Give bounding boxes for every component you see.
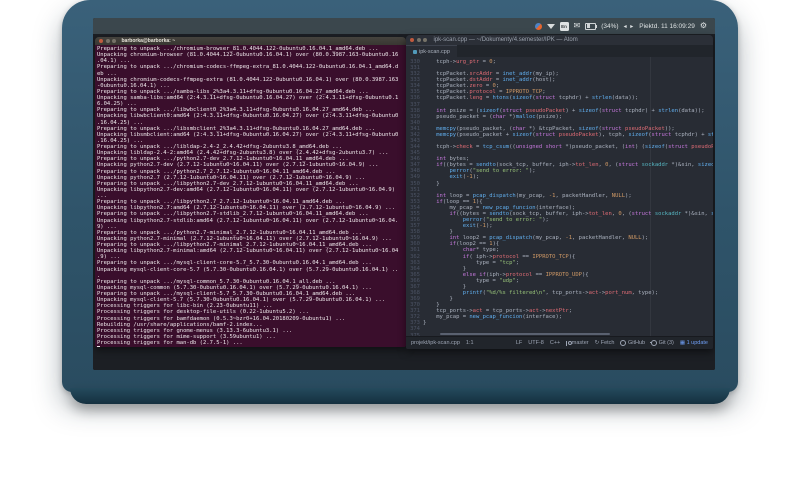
file-path[interactable]: projekt/ipk-scan.cpp — [411, 340, 460, 346]
code-text: tcph->check = tcp_csum((unsigned short *… — [423, 144, 713, 151]
code-text: tcpPacket.leng = htons(sizeof(struct tcp… — [423, 95, 639, 102]
grammar-indicator[interactable]: C++ — [550, 340, 560, 346]
terminal-line: Unpacking chromium-codecs-ffmpeg-extra (… — [97, 76, 399, 83]
line-number: 375 — [410, 332, 420, 336]
terminal-line: Unpacking python2.7-dev (2.7.12-1ubuntu0… — [97, 162, 379, 169]
terminal-line: Preparing to unpack .../mysql-client-cor… — [97, 260, 372, 267]
close-icon[interactable] — [99, 39, 103, 43]
terminal-line: Unpacking chromium-browser (81.0.4044.12… — [97, 52, 399, 59]
cpp-file-icon — [413, 49, 417, 54]
terminal-line: Preparing to unpack .../libpython2.7-std… — [97, 211, 369, 218]
terminal-titlebar[interactable]: barborka@barborka: ~ — [95, 37, 406, 45]
code-line: 344 tcph->check = tcp_csum((unsigned sho… — [406, 144, 713, 150]
terminal-line: Unpacking samba-libs:amd64 (2:4.3.11+dfs… — [97, 95, 399, 101]
code-line: 342 memcpy(pseudo_packet + sizeof(struct… — [406, 132, 713, 138]
updates-button[interactable]: ▦ 1 update — [680, 340, 708, 346]
terminal-line: Preparing to unpack .../chromium-codecs-… — [97, 64, 399, 71]
terminal-line: Unpacking libpython2.7-stdlib:amd64 (2.7… — [97, 217, 399, 224]
fetch-button[interactable]: ↻ Fetch — [595, 340, 615, 346]
github-button[interactable]: GitHub — [620, 340, 645, 346]
network-icon[interactable] — [546, 23, 555, 29]
atom-titlebar[interactable]: ipk-scan.cpp — ~/Dokumenty/4.semester/IP… — [406, 35, 713, 45]
terminal-cursor — [97, 346, 100, 347]
menubar: En ✉ (34%) ◂ ▸ Piektd. 11 16:09:29 ⚙ — [93, 18, 715, 34]
page: En ✉ (34%) ◂ ▸ Piektd. 11 16:09:29 ⚙ bar… — [0, 0, 800, 477]
terminal-prompt-line — [97, 346, 404, 347]
branch-icon — [566, 340, 573, 346]
tab-ipk-scan[interactable]: ipk-scan.cpp — [406, 45, 457, 57]
clock[interactable]: Piektd. 11 16:09:29 — [639, 23, 695, 30]
line-ending-indicator[interactable]: LF — [516, 340, 522, 346]
code-editor[interactable]: 330 tcph->urg_ptr = 0; 331 332 tcpPacket.… — [406, 57, 713, 336]
terminal-title: barborka@barborka: ~ — [121, 38, 176, 44]
code-text: tcph->urg_ptr = 0; — [423, 59, 496, 65]
desktop: barborka@barborka: ~ Preparing to unpack… — [93, 34, 715, 370]
terminal-line: Unpacking mysql-client-core-5.7 (5.7.30-… — [97, 266, 399, 273]
terminal-window: barborka@barborka: ~ Preparing to unpack… — [95, 37, 406, 347]
terminal-line: Preparing to unpack .../libsmbclient_2%3… — [97, 125, 376, 132]
atom-window-title: ipk-scan.cpp — ~/Dokumenty/4.semester/IP… — [433, 37, 578, 43]
encoding-indicator[interactable]: UTF-8 — [528, 340, 544, 346]
keyboard-indicator[interactable]: En — [559, 21, 569, 31]
terminal-line: Preparing to unpack .../python2.7-minima… — [97, 229, 362, 236]
status-bar: projekt/ipk-scan.cpp 1:1 LF UTF-8 C++ ma… — [406, 336, 713, 349]
minimize-icon[interactable] — [105, 39, 110, 43]
gear-icon[interactable]: ⚙ — [700, 22, 707, 30]
git-button[interactable]: Git (3) — [650, 340, 674, 346]
terminal-output[interactable]: Preparing to unpack .../chromium-browser… — [95, 45, 406, 347]
tab-label: ipk-scan.cpp — [419, 48, 450, 55]
terminal-line: Unpacking libpython2.7-minimal:amd64 (2.… — [97, 248, 399, 255]
laptop-screen: En ✉ (34%) ◂ ▸ Piektd. 11 16:09:29 ⚙ bar… — [93, 18, 715, 370]
terminal-line: Unpacking libwbclient0:amd64 (2:4.3.11+d… — [97, 113, 399, 120]
atom-window: ipk-scan.cpp — ~/Dokumenty/4.semester/IP… — [406, 35, 713, 349]
code-text: my_pcap = new_pcap_funcion(interface); — [423, 314, 563, 321]
code-lines: 330 tcph->urg_ptr = 0; 331 332 tcpPacket.… — [406, 59, 713, 336]
terminal-line: Unpacking python2.7 (2.7.12-1ubuntu0~16.… — [97, 174, 366, 181]
close-icon[interactable] — [410, 38, 414, 42]
branch-indicator[interactable]: master — [566, 340, 589, 346]
terminal-line: Unpacking libpython2.7-dev:amd64 (2.7.12… — [97, 186, 396, 193]
message-icon[interactable]: ✉ — [574, 22, 581, 30]
terminal-line: Preparing to unpack .../libpython2.7-dev… — [97, 180, 359, 187]
cursor-position[interactable]: 1:1 — [466, 340, 474, 346]
tab-bar: ipk-scan.cpp — [406, 45, 713, 57]
horizontal-scrollbar[interactable] — [440, 333, 610, 335]
battery-icon[interactable] — [585, 22, 598, 30]
maximize-icon[interactable] — [423, 38, 427, 42]
code-text: memcpy(pseudo_packet + sizeof(struct pse… — [436, 131, 713, 138]
code-text: printf("%d/%s filtered\n", tcp_ports->ac… — [462, 289, 659, 296]
session-arrows-icon[interactable]: ◂ ▸ — [624, 23, 635, 30]
laptop-base — [70, 388, 730, 404]
maximize-icon[interactable] — [112, 39, 116, 43]
software-updater-icon[interactable] — [534, 22, 542, 30]
code-text: pseudo_packet = (char *)malloc(psize); — [423, 113, 563, 120]
battery-percentage: (34%) — [601, 22, 619, 30]
sync-icon: ↻ — [594, 340, 600, 346]
packages-icon: ▦ — [679, 340, 686, 346]
terminal-line: Unpacking libsmbclient:amd64 (2:4.3.11+d… — [97, 131, 399, 138]
git-icon — [650, 340, 658, 346]
minimize-icon[interactable] — [416, 38, 421, 42]
github-icon — [620, 340, 627, 346]
